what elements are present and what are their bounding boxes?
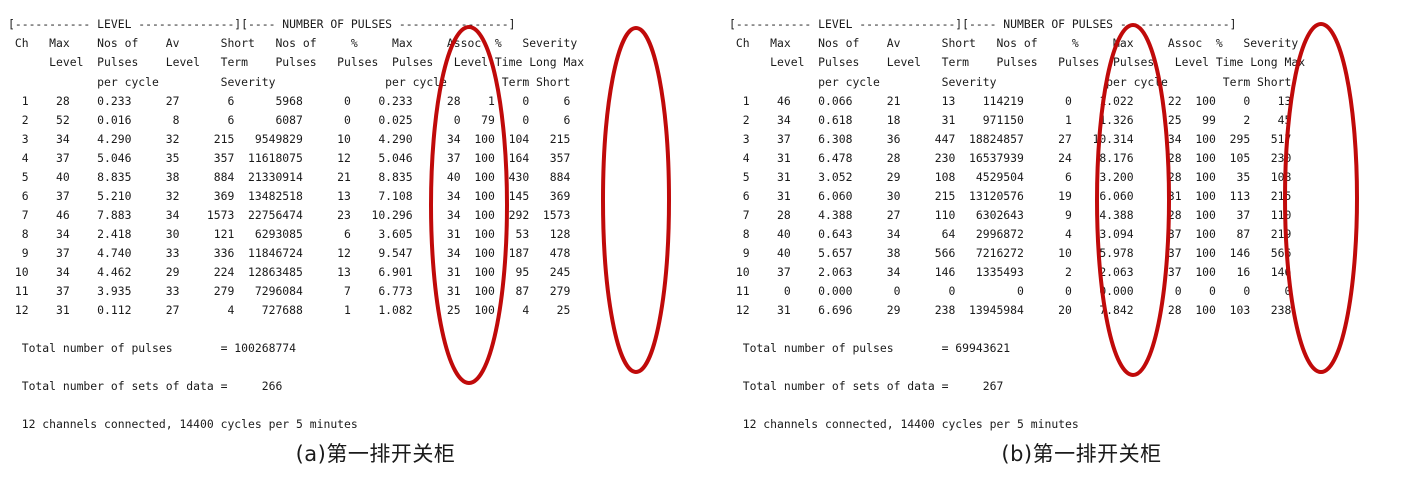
ellipse-severity-max-short [601,26,671,374]
figure-caption-b: (b)第一排开关柜 [1001,442,1162,466]
report-text-b: [----------- LEVEL --------------][---- … [729,17,1306,432]
report-panel-b: [----------- LEVEL --------------][---- … [711,0,1422,466]
report-text-a: [----------- LEVEL --------------][---- … [8,17,585,432]
report-panel-a: [----------- LEVEL --------------][---- … [0,0,711,466]
figure-caption-a: (a)第一排开关柜 [295,442,456,466]
